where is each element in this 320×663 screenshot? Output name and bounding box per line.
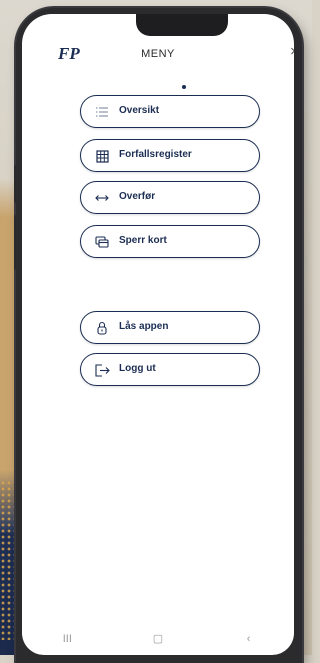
- camera-notch: [136, 14, 228, 36]
- menu-button-label: Lås appen: [119, 321, 169, 332]
- indicator-dot: [182, 85, 186, 89]
- android-nav-bar: III ▢ ‹: [22, 622, 294, 655]
- lock-icon: [93, 319, 111, 337]
- menu-title: MENY: [141, 48, 175, 60]
- menu-button-logg-ut[interactable]: Logg ut: [80, 353, 260, 386]
- menu-button-oversikt[interactable]: Oversikt: [80, 95, 260, 128]
- close-icon[interactable]: ×: [290, 43, 294, 61]
- menu-button-label: Sperr kort: [119, 235, 167, 246]
- list-icon: [93, 103, 111, 121]
- recent-apps-button[interactable]: III: [47, 633, 87, 645]
- menu-button-label: Oversikt: [119, 105, 160, 116]
- card-block-icon: [93, 233, 111, 251]
- menu-button-label: Forfallsregister: [119, 149, 192, 160]
- calendar-icon: [93, 147, 111, 165]
- menu-button-las-appen[interactable]: Lås appen: [80, 311, 260, 344]
- phone-side-button: [14, 215, 18, 270]
- menu-button-overfor[interactable]: Overfør: [80, 181, 260, 214]
- transfer-arrows-icon: [93, 189, 111, 207]
- phone-volume-button: [14, 165, 18, 203]
- home-button[interactable]: ▢: [138, 632, 178, 645]
- back-button[interactable]: ‹: [229, 633, 269, 645]
- menu-button-label: Logg ut: [119, 363, 156, 374]
- logout-icon: [93, 361, 111, 379]
- menu-button-forfallsregister[interactable]: Forfallsregister: [80, 139, 260, 172]
- menu-button-sperr-kort[interactable]: Sperr kort: [80, 225, 260, 258]
- menu-button-label: Overfør: [119, 191, 156, 202]
